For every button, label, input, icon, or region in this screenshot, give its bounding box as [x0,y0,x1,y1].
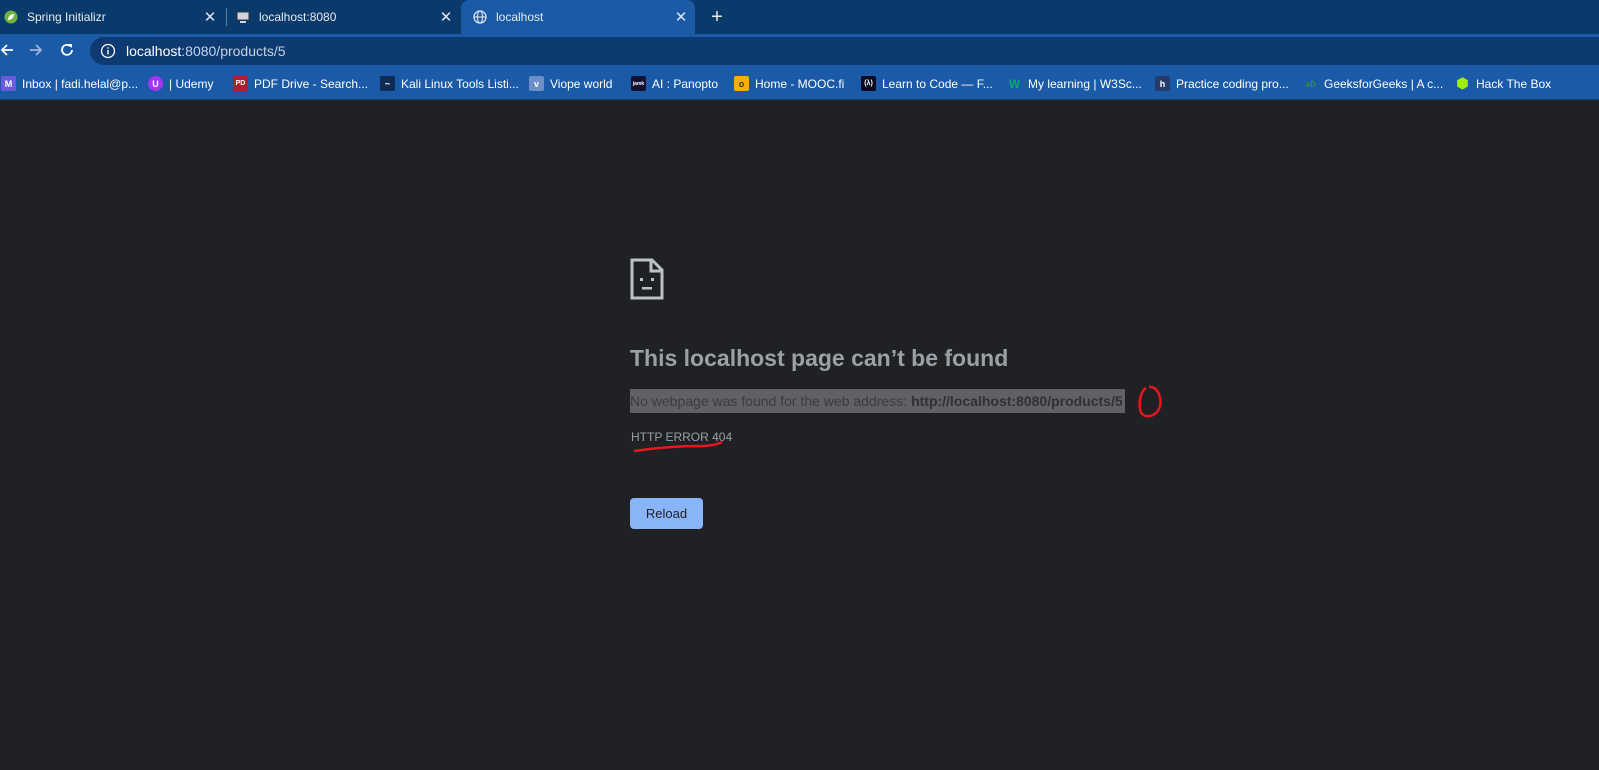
url-text[interactable]: localhost:8080/products/5 [126,43,286,59]
bookmark-pdf-drive[interactable]: PD PDF Drive - Search... [233,67,368,100]
reload-button[interactable]: Reload [630,498,703,529]
monitor-icon [236,10,250,24]
freecodecamp-icon: (λ) [861,76,876,91]
url-host: localhost [126,43,182,59]
bookmark-w3schools[interactable]: W My learning | W3Sc... [1007,67,1142,100]
forward-button[interactable] [25,39,47,61]
arrow-left-icon [0,44,13,56]
bookmark-label: | Udemy [169,76,214,91]
udemy-icon: U [148,76,163,91]
tab-title: localhost:8080 [259,10,337,24]
red-annotation-marks [633,385,1162,453]
tab-title: Spring Initializr [27,10,106,24]
bookmark-hack-the-box[interactable]: ⬢ Hack The Box [1455,67,1551,100]
address-bar[interactable]: localhost:8080/products/5 [90,37,1599,65]
bookmark-udemy[interactable]: U | Udemy [148,67,213,100]
error-url: http://localhost:8080/products/5 [911,393,1123,409]
bookmark-label: Learn to Code — F... [882,76,993,91]
hackthebox-icon: ⬢ [1456,75,1469,91]
bookmark-freecodecamp[interactable]: (λ) Learn to Code — F... [861,67,993,100]
bookmark-kali-linux[interactable]: ~ Kali Linux Tools Listi... [380,67,519,100]
arrow-right-icon [30,44,43,56]
bookmark-inbox[interactable]: M Inbox | fadi.helal@p... [1,67,138,100]
mooc-icon: o [734,76,749,91]
viope-icon: v [529,76,544,91]
url-path: :8080/products/5 [181,43,286,59]
bookmark-panopto[interactable]: jamk AI : Panopto [631,67,718,100]
bookmark-label: My learning | W3Sc... [1028,76,1142,91]
tab-spring-initializr[interactable]: Spring Initializr ✕ [0,0,224,34]
error-description-text: No webpage was found for the web address… [630,393,908,409]
bookmark-label: Viope world [550,76,613,91]
bookmarks-bar: M Inbox | fadi.helal@p... U | Udemy PD PDF … [0,67,1599,100]
bookmark-hackerrank[interactable]: h Practice coding pro... [1155,67,1289,100]
panopto-icon: jamk [631,76,646,91]
pdf-icon: PD [233,76,248,91]
error-code: HTTP ERROR 404 [631,430,733,444]
bookmark-geeksforgeeks[interactable]: ǝƃ GeeksforGeeks | A c... [1303,67,1443,100]
bookmark-mooc[interactable]: o Home - MOOC.fi [734,67,844,100]
bookmark-viope[interactable]: v Viope world [529,67,612,100]
tab-separator [226,8,227,26]
reload-browser-button[interactable] [56,39,78,61]
refresh-icon [61,43,73,56]
tab-strip: Spring Initializr ✕ localhost:8080 ✕ loc… [0,0,1599,34]
back-button[interactable] [0,39,18,61]
bookmark-label: Inbox | fadi.helal@p... [22,76,139,91]
info-icon[interactable] [100,43,116,59]
error-title: This localhost page can’t be found [630,345,1009,371]
error-description: No webpage was found for the web address… [630,389,1125,413]
bookmark-label: Kali Linux Tools Listi... [401,76,519,91]
bookmark-label: AI : Panopto [652,76,719,91]
geeksforgeeks-icon: ǝƃ [1305,78,1316,89]
bookmark-label: Home - MOOC.fi [755,76,845,91]
close-icon[interactable]: ✕ [202,9,218,26]
bookmark-label: Practice coding pro... [1176,76,1289,91]
close-icon[interactable]: ✕ [438,9,454,26]
hackerrank-icon: h [1155,76,1170,91]
bookmark-label: GeeksforGeeks | A c... [1324,76,1444,91]
bookmark-label: Hack The Box [1476,76,1552,91]
tab-localhost-8080[interactable]: localhost:8080 ✕ [236,0,460,34]
w3schools-icon: W [1008,76,1021,91]
sad-document-icon [630,258,664,300]
kali-dragon-icon: ~ [380,76,395,91]
tab-localhost[interactable]: localhost ✕ [461,0,695,34]
circle-annotation [1138,385,1162,418]
bookmark-label: PDF Drive - Search... [254,76,369,91]
close-icon[interactable]: ✕ [673,9,689,26]
mail-icon: M [1,76,16,91]
globe-icon [473,10,487,24]
tab-title: localhost [496,10,544,24]
new-tab-button[interactable]: + [706,6,728,28]
spring-leaf-icon [4,10,18,24]
